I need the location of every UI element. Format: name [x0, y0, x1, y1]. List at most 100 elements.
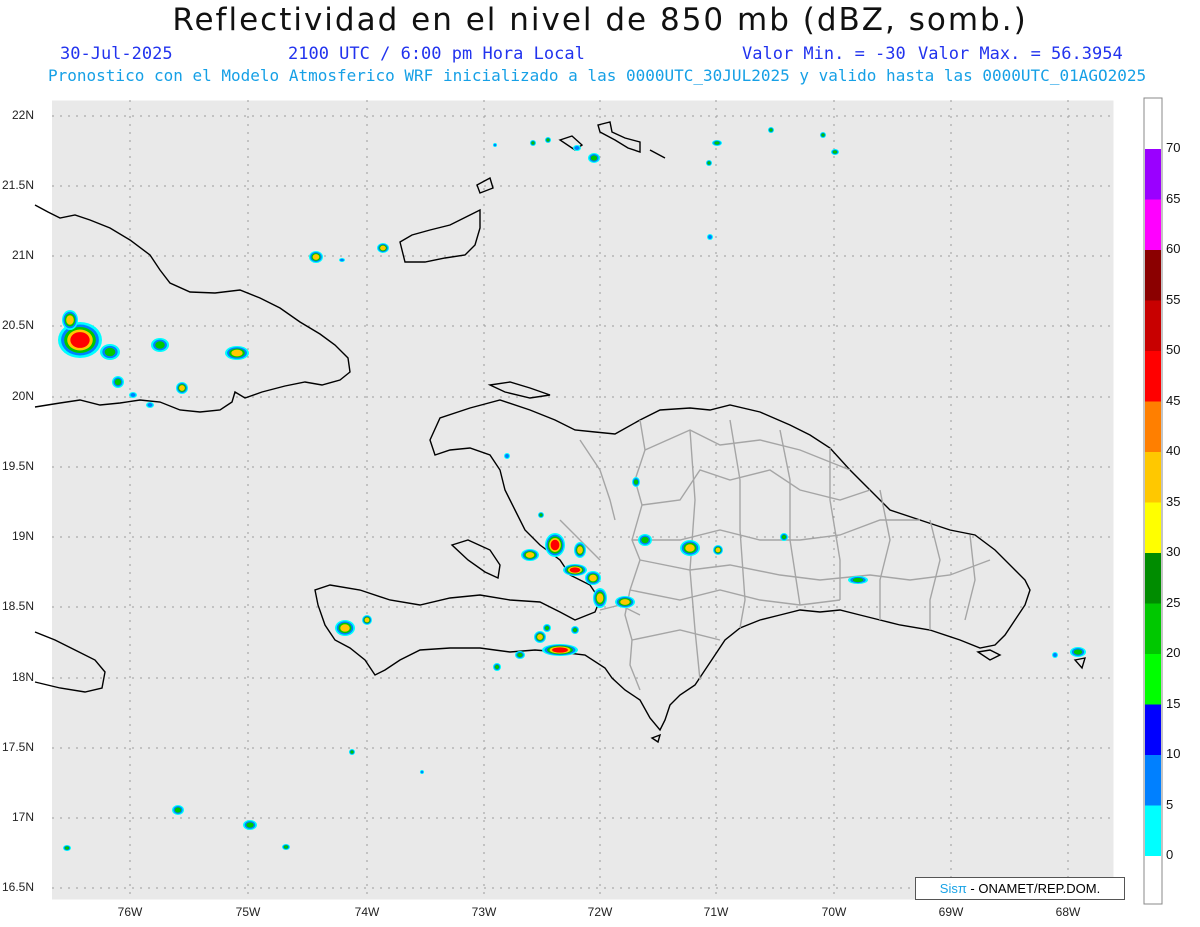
reflectivity-contour	[312, 254, 320, 260]
reflectivity-cell	[1070, 647, 1086, 657]
reflectivity-contour	[155, 341, 165, 349]
lat-label: 18N	[11, 670, 34, 684]
colorbar-tick-label: 35	[1166, 493, 1181, 509]
reflectivity-cell	[335, 620, 355, 636]
reflectivity-cell	[768, 127, 774, 133]
reflectivity-contour	[707, 161, 711, 165]
lat-label: 18.5N	[1, 599, 34, 613]
reflectivity-cell	[712, 140, 722, 146]
reflectivity-contour	[1053, 653, 1057, 657]
reflectivity-cell	[615, 596, 635, 608]
reflectivity-contour	[494, 664, 500, 670]
colorbar-segment	[1145, 149, 1161, 200]
map-background	[52, 100, 1114, 900]
reflectivity-cell	[493, 143, 497, 147]
colorbar-segment	[1145, 755, 1161, 806]
reflectivity-contour	[552, 647, 568, 653]
colorbar-tick-label: 70	[1166, 140, 1181, 155]
reflectivity-contour	[380, 245, 386, 251]
reflectivity-contour	[340, 258, 344, 262]
colorbar-segment	[1145, 452, 1161, 503]
reflectivity-cell	[820, 132, 826, 138]
colorbar-segment	[1145, 250, 1161, 301]
reflectivity-contour	[283, 845, 289, 849]
reflectivity-cell	[129, 392, 137, 398]
reflectivity-contour	[641, 536, 649, 544]
lat-label: 21.5N	[1, 178, 34, 192]
reflectivity-contour	[572, 627, 578, 633]
reflectivity-cell	[504, 453, 510, 459]
lat-label: 22N	[11, 108, 34, 122]
credit-box: Sisπ - ONAMET/REP.DOM.	[915, 877, 1125, 900]
credit-text: - ONAMET/REP.DOM.	[966, 881, 1101, 896]
reflectivity-cell	[282, 844, 290, 850]
lat-label: 17.5N	[1, 740, 34, 754]
reflectivity-cell	[1052, 652, 1058, 658]
reflectivity-contour	[114, 378, 122, 386]
reflectivity-contour	[505, 454, 509, 458]
reflectivity-contour	[821, 133, 825, 137]
reflectivity-cell	[362, 615, 372, 625]
reflectivity-contour	[714, 141, 720, 145]
reflectivity-contour	[174, 807, 182, 813]
colorbar-segment	[1145, 300, 1161, 351]
reflectivity-contour	[531, 141, 535, 145]
colorbar-segment	[1145, 704, 1161, 755]
reflectivity-cell	[545, 533, 565, 557]
colorbar-tick-label: 20	[1166, 645, 1181, 660]
colorbar-tick-label: 50	[1166, 342, 1181, 357]
reflectivity-contour	[231, 349, 243, 357]
lon-label: 76W	[117, 905, 143, 919]
reflectivity-contour	[179, 385, 185, 391]
reflectivity-contour	[633, 479, 639, 485]
reflectivity-cell	[349, 749, 355, 755]
reflectivity-cell	[515, 651, 525, 659]
reflectivity-contour	[715, 547, 721, 553]
reflectivity-cell	[225, 346, 249, 360]
reflectivity-cell	[63, 845, 71, 851]
reflectivity-cell	[713, 545, 723, 555]
colorbar-segment	[1145, 401, 1161, 452]
reflectivity-cell	[632, 477, 640, 487]
reflectivity-cell	[574, 542, 586, 558]
reflectivity-cell	[848, 576, 868, 584]
colorbar-segment	[1145, 603, 1161, 654]
reflectivity-cell	[707, 234, 713, 240]
reflectivity-contour	[590, 155, 598, 161]
colorbar-tick-label: 40	[1166, 443, 1181, 458]
reflectivity-cell	[593, 588, 607, 608]
reflectivity-contour	[537, 634, 543, 640]
reflectivity-cell	[588, 153, 600, 163]
reflectivity-cell	[493, 663, 501, 671]
reflectivity-contour	[685, 544, 695, 552]
lat-label: 19.5N	[1, 459, 34, 473]
reflectivity-contour	[769, 128, 773, 132]
colorbar-segment	[1145, 502, 1161, 553]
sispi-logo-text: Sisπ	[939, 881, 967, 896]
lon-label: 75W	[235, 905, 261, 919]
lat-label: 21N	[11, 248, 34, 262]
reflectivity-contour	[596, 593, 604, 603]
colorbar-tick-label: 65	[1166, 190, 1181, 206]
reflectivity-contour	[104, 347, 116, 357]
colorbar-tick-label: 45	[1166, 392, 1181, 408]
reflectivity-cell	[521, 549, 539, 561]
reflectivity-cell	[62, 310, 78, 330]
reflectivity-cell	[780, 533, 788, 541]
reflectivity-cell	[176, 382, 188, 394]
colorbar-tick-label: 5	[1166, 796, 1174, 812]
reflectivity-cell	[339, 258, 345, 262]
lon-label: 73W	[471, 905, 497, 919]
reflectivity-contour	[66, 315, 74, 325]
reflectivity-contour	[364, 617, 370, 623]
reflectivity-contour	[569, 567, 581, 573]
reflectivity-contour	[246, 822, 254, 828]
reflectivity-cell	[100, 344, 120, 360]
reflectivity-cell	[534, 631, 546, 643]
reflectivity-cell	[680, 540, 700, 556]
reflectivity-cell	[377, 243, 389, 253]
colorbar-tick-label: 55	[1166, 291, 1181, 307]
lat-label: 20.5N	[1, 318, 34, 332]
reflectivity-contour	[1073, 649, 1083, 655]
lat-label: 16.5N	[1, 880, 34, 894]
